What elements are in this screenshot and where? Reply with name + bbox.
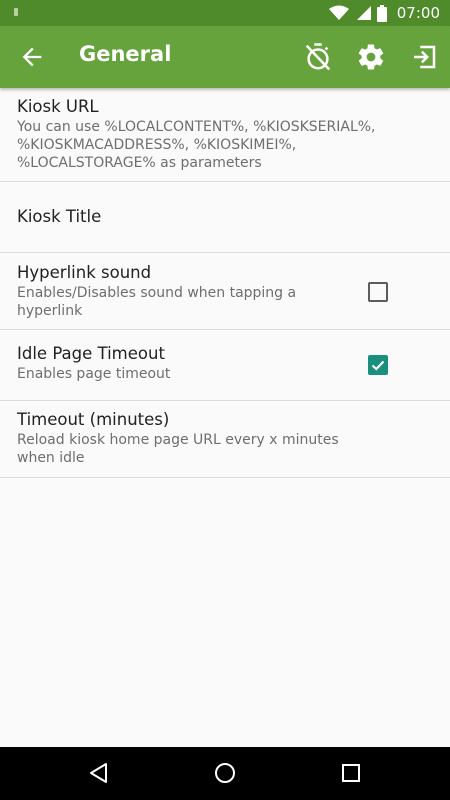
cell-signal-icon	[356, 6, 371, 20]
navigation-bar	[0, 747, 450, 800]
battery-icon	[376, 4, 387, 22]
pref-title: Hyperlink sound	[17, 263, 152, 282]
page-title: General	[79, 42, 172, 66]
pref-kiosk-url[interactable]: Kiosk URL You can use %LOCALCONTENT%, %K…	[0, 88, 450, 182]
app-bar: General	[0, 26, 450, 88]
pref-hyperlink-sound[interactable]: Hyperlink sound Enables/Disables sound w…	[0, 253, 450, 330]
nav-home-icon[interactable]	[213, 761, 237, 785]
pref-kiosk-title[interactable]: Kiosk Title	[0, 182, 450, 253]
pref-summary: Reload kiosk home page URL every x minut…	[17, 432, 339, 466]
checkmark-icon	[371, 360, 385, 371]
idle-page-timeout-checkbox[interactable]	[368, 355, 388, 375]
preference-list: Kiosk URL You can use %LOCALCONTENT%, %K…	[0, 88, 450, 478]
notification-icon	[14, 8, 18, 16]
exit-icon[interactable]	[409, 42, 439, 72]
hyperlink-sound-checkbox[interactable]	[368, 282, 388, 302]
gear-icon[interactable]	[356, 42, 386, 72]
pref-idle-page-timeout[interactable]: Idle Page Timeout Enables page timeout	[0, 330, 450, 401]
timer-off-icon[interactable]	[303, 42, 333, 72]
wifi-icon	[328, 5, 349, 20]
nav-back-icon[interactable]	[87, 761, 111, 785]
back-arrow-icon[interactable]	[18, 43, 46, 71]
status-bar: 07:00	[0, 0, 450, 26]
pref-timeout-minutes[interactable]: Timeout (minutes) Reload kiosk home page…	[0, 401, 450, 478]
nav-recents-icon[interactable]	[339, 761, 363, 785]
pref-title: Timeout (minutes)	[17, 410, 170, 429]
pref-title: Kiosk Title	[17, 207, 102, 226]
pref-summary: Enables/Disables sound when tapping a hy…	[17, 285, 297, 319]
status-icons: 07:00	[328, 4, 440, 22]
pref-title: Kiosk URL	[17, 97, 99, 116]
status-time: 07:00	[396, 4, 440, 22]
pref-summary: You can use %LOCALCONTENT%, %KIOSKSERIAL…	[17, 119, 376, 171]
